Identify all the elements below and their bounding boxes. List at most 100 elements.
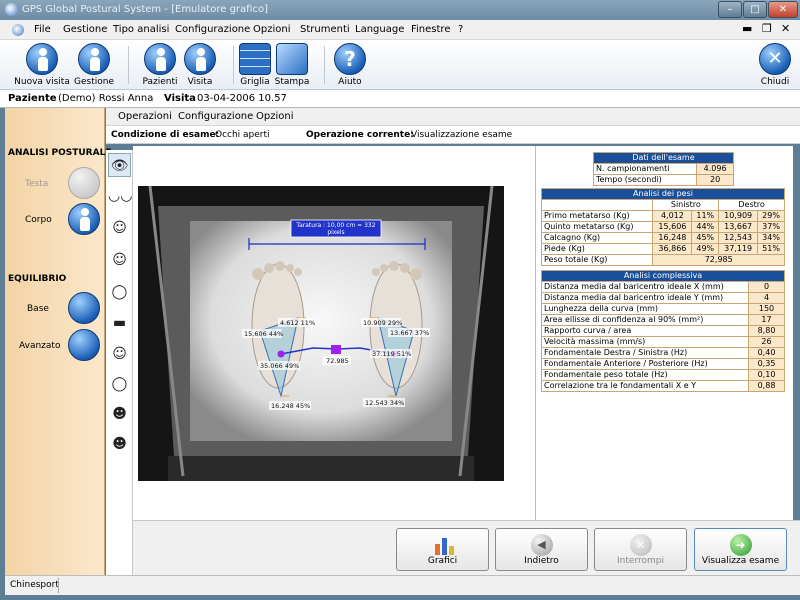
interrompi-button[interactable]: ✕ Interrompi — [594, 528, 687, 571]
menu-strumenti[interactable]: Strumenti — [300, 24, 350, 35]
pesi-right-value: 13,667 — [718, 221, 759, 233]
pesi-row-key: Primo metatarso (Kg) — [540, 210, 654, 222]
app-icon[interactable] — [5, 3, 18, 16]
pesi-row-key: Quinto metatarso (Kg) — [540, 221, 654, 233]
indietro-label: Indietro — [524, 556, 559, 566]
right-first-metatarsal-label: 10.909 29% — [363, 319, 402, 327]
mdi-restore-icon[interactable]: ❐ — [762, 22, 772, 35]
condition-bar: Condizione di esame: Occhi aperti Operaz… — [106, 126, 800, 144]
mouth-icon[interactable]: ◯ — [108, 280, 131, 304]
back-arrow-icon: ◀ — [530, 534, 553, 556]
testa-button[interactable] — [68, 167, 100, 199]
visita-button[interactable]: Visita — [170, 42, 230, 88]
right-fifth-metatarsal-label: 13.667 37% — [390, 329, 429, 337]
chiudi-button[interactable]: ✕ Chiudi — [745, 42, 800, 88]
nuova-visita-button[interactable]: Nuova visita — [12, 42, 72, 88]
visualizza-esame-label: Visualizza esame — [701, 556, 780, 566]
complessiva-row-value: 150 — [748, 303, 785, 315]
menu-finestre[interactable]: Finestre — [411, 24, 450, 35]
pesi-left-percent: 44% — [691, 221, 720, 233]
analisi-pesi-table: Analisi dei pesi Sinistro Destro Primo me… — [540, 188, 785, 266]
patient-name: (Demo) Rossi Anna — [58, 93, 154, 104]
head-down-icon[interactable]: ☻ — [108, 432, 131, 456]
left-fifth-metatarsal-label: 15.606 44% — [244, 330, 283, 338]
base-button[interactable] — [68, 292, 100, 324]
avanzato-button[interactable] — [68, 329, 100, 361]
gestione-button[interactable]: Gestione — [64, 42, 124, 88]
indietro-button[interactable]: ◀ Indietro — [495, 528, 588, 571]
visualizza-esame-button[interactable]: ➜ Visualizza esame — [694, 528, 787, 571]
head-side-icon[interactable]: ☺ — [108, 216, 131, 240]
calibration-text-2: pixels — [327, 229, 344, 236]
equilibrio-heading: EQUILIBRIO — [8, 274, 67, 284]
submenu-configurazione[interactable]: Configurazione — [178, 111, 253, 122]
bar-chart-icon — [435, 538, 454, 555]
corpo-label: Corpo — [25, 215, 52, 225]
total-weight-label: 72.985 — [326, 357, 349, 365]
grafici-button[interactable]: Grafici — [396, 528, 489, 571]
operation-label: Operazione corrente: — [306, 130, 414, 140]
corpo-button[interactable] — [68, 203, 100, 235]
menu-gestione[interactable]: Gestione — [63, 24, 107, 35]
pesi-row-key: Calcagno (Kg) — [540, 232, 654, 244]
nuova-visita-label: Nuova visita — [14, 77, 70, 87]
menu-language[interactable]: Language — [355, 24, 404, 35]
mouth-closed-icon[interactable]: ▬ — [108, 311, 131, 335]
right-foot-total-label: 37.119 51% — [372, 350, 411, 358]
head-front-icon[interactable]: ☺ — [108, 248, 131, 272]
head-tilt-icon[interactable]: ☻ — [108, 402, 131, 426]
complessiva-row-key: Distanza media dal baricentro ideale Y (… — [541, 292, 749, 304]
aiuto-button[interactable]: ? Aiuto — [320, 42, 380, 88]
peso-totale-value: 72,985 — [652, 254, 785, 266]
analisi-complessiva-title: Analisi complessiva — [541, 270, 785, 282]
submenu-opzioni[interactable]: Opzioni — [256, 111, 293, 122]
analisi-pesi-title: Analisi dei pesi — [541, 188, 785, 200]
stampa-button[interactable]: Stampa — [262, 42, 322, 88]
system-menu-icon[interactable] — [12, 24, 24, 36]
menu-tipo-analisi[interactable]: Tipo analisi — [113, 24, 169, 35]
eyes-closed-icon[interactable]: ◡◡ — [108, 184, 132, 208]
operation-value: Visualizzazione esame — [411, 130, 513, 140]
analisi-posturale-heading: ANALISI POSTURALE — [8, 148, 112, 158]
mdi-minimize-icon[interactable]: ▬ — [742, 22, 752, 35]
visit-label: Visita — [164, 93, 196, 104]
menu-file[interactable]: File — [34, 24, 51, 35]
pesi-right-value: 10,909 — [718, 210, 759, 222]
complessiva-row-key: Velocità massima (mm/s) — [541, 336, 749, 348]
aiuto-label: Aiuto — [338, 77, 362, 87]
pesi-left-percent: 45% — [691, 232, 720, 244]
campionamenti-value: 4.096 — [696, 163, 734, 175]
patient-label: Paziente — [8, 93, 57, 104]
maximize-button[interactable]: □ — [743, 1, 767, 18]
complessiva-row-value: 17 — [748, 314, 785, 326]
center-marker — [331, 345, 341, 354]
pesi-right-percent: 37% — [757, 221, 785, 233]
eyes-open-icon[interactable]: 👁 — [108, 153, 131, 177]
close-window-button[interactable]: ✕ — [768, 1, 798, 18]
destro-header: Destro — [718, 199, 785, 211]
pesi-right-percent: 34% — [757, 232, 785, 244]
sub-menu-bar: Operazioni Configurazione Opzioni — [106, 108, 800, 126]
dati-esame-table: Dati dell'esame N. campionamenti 4.096 Te… — [592, 152, 734, 186]
menu-opzioni[interactable]: Opzioni — [253, 24, 290, 35]
camera-view: Taratura : 10,00 cm = 332 pixels 4.612 1… — [138, 185, 504, 481]
visit-date: 03-04-2006 10.57 — [197, 93, 287, 104]
mouth-open-icon[interactable]: ◯ — [108, 372, 131, 396]
pesi-right-percent: 51% — [757, 243, 785, 255]
head-profile-icon[interactable]: ☺ — [108, 342, 131, 366]
minimize-button[interactable]: – — [718, 1, 742, 18]
submenu-operazioni[interactable]: Operazioni — [118, 111, 172, 122]
bottom-action-bar: Grafici ◀ Indietro ✕ Interrompi ➜ Visual… — [133, 520, 800, 575]
stampa-label: Stampa — [274, 77, 310, 87]
stop-icon: ✕ — [629, 534, 652, 556]
mdi-close-icon[interactable]: ✕ — [781, 22, 790, 35]
complessiva-row-value: 0,10 — [748, 369, 785, 381]
pesi-right-value: 37,119 — [718, 243, 759, 255]
complessiva-row-value: 26 — [748, 336, 785, 348]
menu-configurazione[interactable]: Configurazione — [175, 24, 250, 35]
chiudi-label: Chiudi — [760, 77, 790, 87]
menu-help[interactable]: ? — [458, 24, 463, 35]
pesi-left-value: 36,866 — [652, 243, 693, 255]
avanzato-label: Avanzato — [19, 341, 61, 351]
condition-label: Condizione di esame: — [111, 130, 220, 140]
